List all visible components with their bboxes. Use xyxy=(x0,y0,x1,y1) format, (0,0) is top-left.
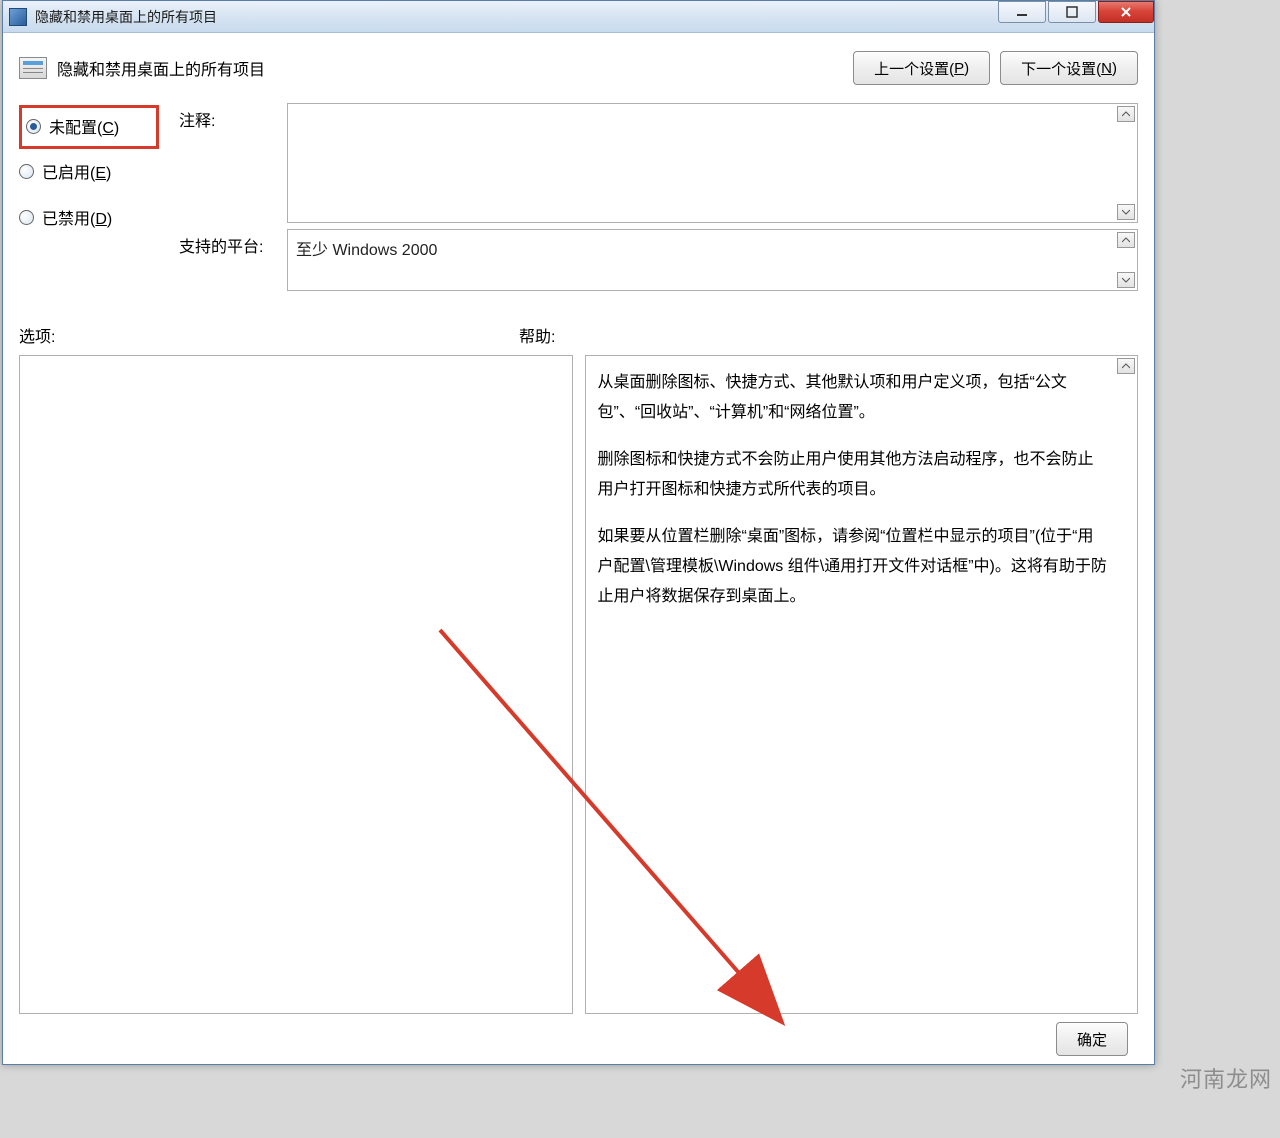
section-labels: 选项: 帮助: xyxy=(19,323,1138,347)
scroll-up-button[interactable] xyxy=(1117,358,1135,374)
ok-button[interactable]: 确定 xyxy=(1056,1022,1128,1056)
comment-input[interactable] xyxy=(287,103,1138,223)
minimize-icon xyxy=(1016,6,1028,18)
comment-label: 注释: xyxy=(179,103,287,223)
options-panel xyxy=(19,355,573,1014)
previous-setting-button[interactable]: 上一个设置(P) xyxy=(853,51,990,85)
highlight-annotation: 未配置(C) xyxy=(19,105,159,149)
help-paragraph: 从桌面删除图标、快捷方式、其他默认项和用户定义项，包括“公文包”、“回收站”、“… xyxy=(598,368,1110,427)
radio-not-configured[interactable]: 未配置(C) xyxy=(26,114,148,138)
window-title: 隐藏和禁用桌面上的所有项目 xyxy=(35,7,996,27)
help-label: 帮助: xyxy=(519,323,555,347)
radio-enabled-label: 已启用(E) xyxy=(42,159,111,183)
nav-buttons: 上一个设置(P) 下一个设置(N) xyxy=(853,51,1138,85)
maximize-button[interactable] xyxy=(1048,1,1096,23)
minimize-button[interactable] xyxy=(998,1,1046,23)
radio-column: 未配置(C) 已启用(E) 已禁用(D) xyxy=(19,103,179,297)
content-area: 隐藏和禁用桌面上的所有项目 上一个设置(P) 下一个设置(N) 未配置(C) xyxy=(3,33,1154,1064)
window-controls xyxy=(996,1,1154,32)
radio-icon xyxy=(26,119,41,134)
radio-enabled[interactable]: 已启用(E) xyxy=(19,159,179,183)
help-paragraph: 如果要从位置栏删除“桌面”图标，请参阅“位置栏中显示的项目”(位于“用户配置\管… xyxy=(598,522,1110,611)
options-label: 选项: xyxy=(19,323,519,347)
help-paragraph: 删除图标和快捷方式不会防止用户使用其他方法启动程序，也不会防止用户打开图标和快捷… xyxy=(598,445,1110,504)
help-panel: 从桌面删除图标、快捷方式、其他默认项和用户定义项，包括“公文包”、“回收站”、“… xyxy=(585,355,1139,1014)
platform-label: 支持的平台: xyxy=(179,229,287,291)
scroll-down-button[interactable] xyxy=(1117,272,1135,288)
header-row: 隐藏和禁用桌面上的所有项目 上一个设置(P) 下一个设置(N) xyxy=(19,51,1138,85)
radio-disabled-label: 已禁用(D) xyxy=(42,205,112,229)
panels-row: 从桌面删除图标、快捷方式、其他默认项和用户定义项，包括“公文包”、“回收站”、“… xyxy=(19,355,1138,1014)
close-button[interactable] xyxy=(1098,1,1154,23)
radio-icon xyxy=(19,210,34,225)
policy-title: 隐藏和禁用桌面上的所有项目 xyxy=(57,56,853,80)
app-icon xyxy=(9,8,27,26)
next-setting-button[interactable]: 下一个设置(N) xyxy=(1000,51,1138,85)
close-icon xyxy=(1119,6,1133,18)
chevron-down-icon xyxy=(1122,209,1130,215)
platform-value: 至少 Windows 2000 xyxy=(287,229,1138,291)
radio-icon xyxy=(19,164,34,179)
footer: 确定 xyxy=(19,1014,1138,1064)
watermark-text: 河南龙网 xyxy=(1180,1062,1272,1094)
radio-not-configured-label: 未配置(C) xyxy=(49,114,119,138)
policy-icon xyxy=(19,57,47,79)
radio-disabled[interactable]: 已禁用(D) xyxy=(19,205,179,229)
chevron-down-icon xyxy=(1122,277,1130,283)
config-row: 未配置(C) 已启用(E) 已禁用(D) 注释: xyxy=(19,103,1138,297)
fields-column: 注释: 支持的平台: 至少 Windows 2000 xyxy=(179,103,1138,297)
platform-row: 支持的平台: 至少 Windows 2000 xyxy=(179,229,1138,291)
chevron-up-icon xyxy=(1122,363,1130,369)
chevron-up-icon xyxy=(1122,111,1130,117)
scroll-up-button[interactable] xyxy=(1117,232,1135,248)
maximize-icon xyxy=(1066,6,1078,18)
scroll-down-button[interactable] xyxy=(1117,204,1135,220)
titlebar: 隐藏和禁用桌面上的所有项目 xyxy=(3,1,1154,33)
scroll-up-button[interactable] xyxy=(1117,106,1135,122)
chevron-up-icon xyxy=(1122,237,1130,243)
policy-editor-window: 隐藏和禁用桌面上的所有项目 隐藏和禁用桌面上的所有项目 上一个设置(P) 下一个… xyxy=(2,0,1155,1065)
comment-row: 注释: xyxy=(179,103,1138,223)
